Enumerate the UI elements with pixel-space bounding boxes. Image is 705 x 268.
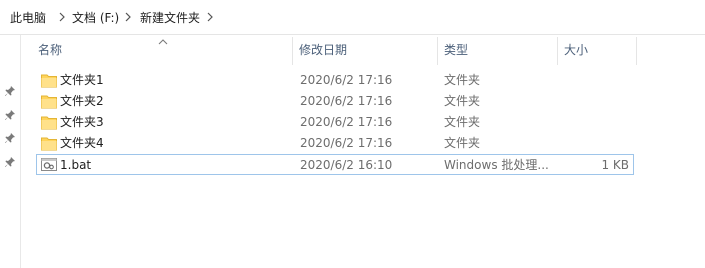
file-type: 文件夹: [444, 73, 481, 87]
file-name: 文件夹4: [60, 136, 104, 150]
column-header-date[interactable]: 修改日期: [295, 35, 437, 65]
file-type: 文件夹: [444, 94, 481, 108]
column-header-name[interactable]: 名称: [34, 35, 292, 65]
file-date: 2020/6/2 17:16: [300, 73, 393, 87]
file-row-folder-2[interactable]: 文件夹2 2020/6/2 17:16 文件夹: [36, 91, 634, 112]
folder-icon: [41, 115, 57, 130]
chevron-right-icon[interactable]: [123, 9, 133, 25]
file-date: 2020/6/2 16:10: [300, 158, 393, 172]
file-row-1-bat[interactable]: 1.bat 2020/6/2 16:10 Windows 批处理... 1 KB: [36, 154, 634, 175]
file-type: 文件夹: [444, 115, 481, 129]
column-divider[interactable]: [557, 37, 558, 65]
pin-icon: [4, 85, 16, 97]
folder-icon: [41, 73, 57, 88]
chevron-right-icon[interactable]: [205, 9, 215, 25]
column-header-row: 名称 修改日期 类型 大小: [0, 35, 705, 65]
file-name: 1.bat: [60, 158, 92, 172]
breadcrumb-new-folder[interactable]: 新建文件夹: [140, 10, 200, 26]
file-row-folder-3[interactable]: 文件夹3 2020/6/2 17:16 文件夹: [36, 112, 634, 133]
breadcrumb-this-pc[interactable]: 此电脑: [10, 10, 46, 26]
column-header-type[interactable]: 类型: [440, 35, 557, 65]
file-date: 2020/6/2 17:16: [300, 136, 393, 150]
pin-icon: [4, 156, 16, 168]
address-bar[interactable]: 此电脑 文档 (F:) 新建文件夹: [0, 0, 705, 35]
column-divider[interactable]: [636, 37, 637, 65]
file-name: 文件夹2: [60, 94, 104, 108]
file-size: 1 KB: [601, 158, 629, 172]
file-date: 2020/6/2 17:16: [300, 115, 393, 129]
file-row-folder-1[interactable]: 文件夹1 2020/6/2 17:16 文件夹: [36, 70, 634, 91]
navigation-pane[interactable]: [0, 35, 21, 268]
file-date: 2020/6/2 17:16: [300, 94, 393, 108]
pin-icon: [4, 109, 16, 121]
file-row-folder-4[interactable]: 文件夹4 2020/6/2 17:16 文件夹: [36, 133, 634, 154]
batch-file-icon: [41, 157, 57, 172]
file-type: Windows 批处理...: [444, 158, 549, 172]
column-header-size[interactable]: 大小: [560, 35, 636, 65]
column-divider[interactable]: [437, 37, 438, 65]
breadcrumb-drive-f[interactable]: 文档 (F:): [72, 10, 119, 26]
chevron-right-icon[interactable]: [57, 9, 67, 25]
file-name: 文件夹3: [60, 115, 104, 129]
column-divider[interactable]: [292, 37, 293, 65]
file-type: 文件夹: [444, 136, 481, 150]
file-name: 文件夹1: [60, 73, 104, 87]
pin-icon: [4, 132, 16, 144]
folder-icon: [41, 136, 57, 151]
folder-icon: [41, 94, 57, 109]
